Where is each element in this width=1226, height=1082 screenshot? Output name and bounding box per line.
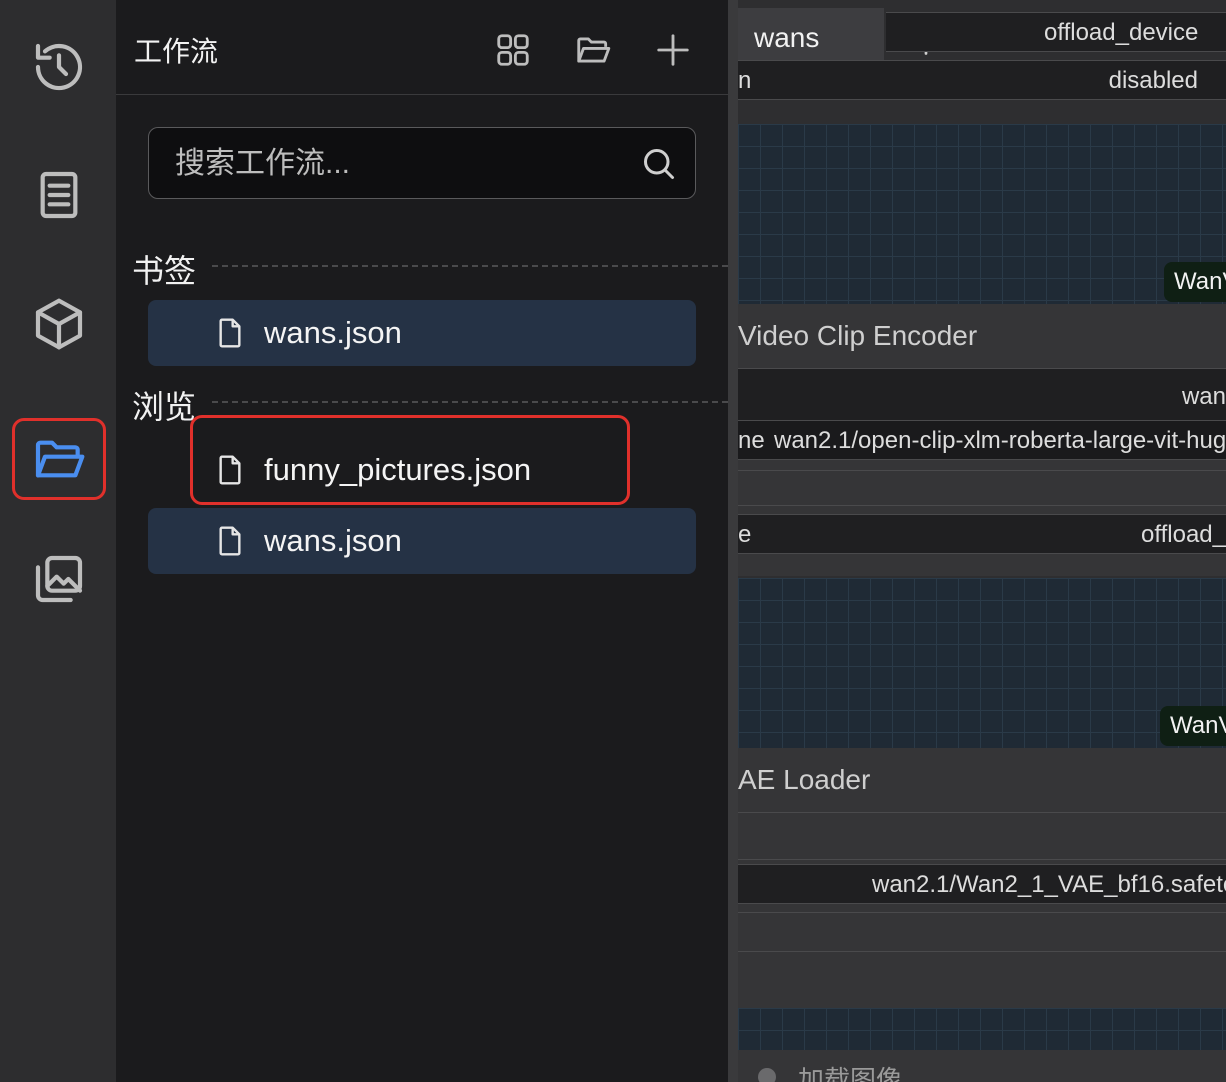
status-dot (758, 1068, 776, 1082)
widget-label: n (738, 67, 752, 94)
bookmark-item[interactable]: wans.json (148, 300, 696, 366)
search-icon[interactable] (641, 146, 677, 182)
file-icon (219, 526, 241, 556)
widget-value: offload_device (1044, 19, 1199, 46)
node-widget[interactable] (738, 812, 1226, 860)
panel-header: 工作流 (116, 0, 728, 95)
clip-name-widget[interactable]: ne wan2.1/open-clip-xlm-roberta-large-vi… (738, 420, 1226, 460)
panel-title: 工作流 (134, 36, 219, 67)
open-workflow-button[interactable] (571, 28, 615, 72)
file-icon (219, 318, 241, 348)
cube-icon (35, 298, 83, 350)
file-name: wans.json (264, 315, 402, 350)
widget-value: wan (1181, 383, 1226, 410)
plus-icon (657, 34, 689, 66)
panel-splitter[interactable] (728, 0, 738, 1082)
widget-value: wan2.1/Wan2_1_VAE_bf16.safete (872, 871, 1226, 898)
canvas-grid (738, 124, 1226, 304)
widget-label: e (738, 521, 752, 548)
folder-open-icon (35, 440, 85, 478)
load-device-widget[interactable]: e offload_ (738, 514, 1226, 554)
vae-name-widget[interactable]: wan2.1/Wan2_1_VAE_bf16.safete (738, 864, 1226, 904)
canvas-grid (738, 1008, 1226, 1052)
canvas-grid (738, 578, 1226, 748)
browse-item[interactable]: wans.json (148, 508, 696, 574)
offload-device-widget[interactable]: offload_device (886, 12, 1226, 52)
browse-divider (212, 401, 728, 403)
history-icon (35, 43, 83, 91)
widget-value: wan2.1/open-clip-xlm-roberta-large-vit-h… (774, 427, 1226, 454)
highlight-annotation (190, 415, 630, 505)
widget-value: offload_ (1141, 521, 1226, 548)
disabled-widget[interactable]: n disabled (738, 60, 1226, 100)
queue-history-button[interactable] (12, 26, 106, 108)
bookmarks-divider (212, 265, 728, 267)
node-title: Video Clip Encoder (738, 320, 978, 351)
node-widget[interactable] (738, 912, 1226, 952)
search-input[interactable] (173, 142, 617, 186)
file-name: wans.json (264, 523, 402, 558)
grid-icon (497, 34, 529, 66)
workflow-panel: 工作流 书签 wans.json 浏览 (116, 0, 728, 1082)
node-title: AE Loader (738, 764, 871, 795)
search-box (148, 127, 696, 199)
node-chip[interactable]: WanV (1160, 706, 1226, 746)
node-widget[interactable] (738, 470, 1226, 506)
images-button[interactable] (12, 538, 106, 620)
node-library-button[interactable] (12, 154, 106, 236)
new-workflow-button[interactable] (651, 28, 695, 72)
workflows-button[interactable] (12, 418, 106, 500)
folder-open-icon (577, 37, 611, 63)
book-icon (40, 171, 78, 219)
images-icon (35, 555, 83, 603)
node-widget[interactable]: wan (738, 368, 1226, 422)
icon-rail (0, 0, 116, 1082)
widget-label: ne (738, 427, 765, 454)
browse-heading: 浏览 (132, 389, 197, 425)
node-title: 加载图像 (798, 1065, 903, 1082)
tab-label: wans (754, 22, 820, 53)
widget-value: disabled (1108, 67, 1198, 94)
model-library-button[interactable] (12, 283, 106, 365)
bookmarks-heading: 书签 (132, 253, 197, 289)
browse-templates-button[interactable] (491, 28, 535, 72)
node-chip[interactable]: WanV (1164, 262, 1226, 302)
graph-canvas[interactable]: wans offload_device n disabled WanV Vide… (738, 0, 1226, 1082)
